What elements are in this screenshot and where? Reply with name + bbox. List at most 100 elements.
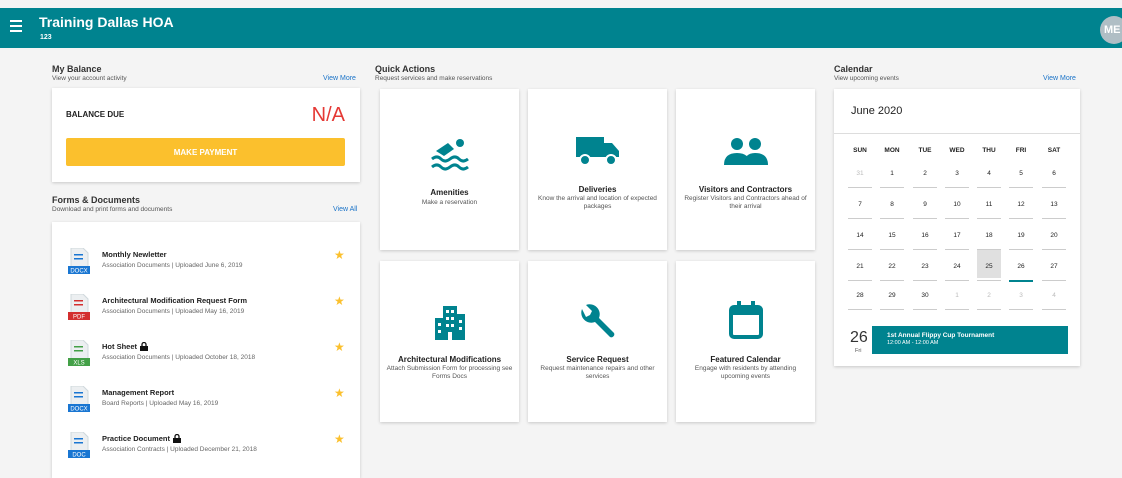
featured-calendar-tile[interactable]: Featured Calendar Engage with residents … xyxy=(676,261,815,422)
calendar-day[interactable]: 8 xyxy=(876,201,908,208)
day-underline xyxy=(1042,187,1066,188)
deliveries-title: Deliveries xyxy=(578,185,617,194)
deliveries-desc: Know the arrival and location of expecte… xyxy=(538,195,657,210)
day-underline xyxy=(880,309,904,310)
document-row[interactable]: DOC Practice Document Association Contract… xyxy=(52,430,360,470)
calendar-day[interactable]: 4 xyxy=(973,170,1005,177)
calendar-day[interactable]: 5 xyxy=(1005,170,1037,177)
calendar-day[interactable]: 2 xyxy=(973,292,1005,299)
day-underline xyxy=(848,218,872,219)
day-underline xyxy=(1009,249,1033,250)
calendar-day[interactable]: 29 xyxy=(876,292,908,299)
calendar-day[interactable]: 23 xyxy=(909,263,941,270)
deliveries-tile[interactable]: Deliveries Know the arrival and location… xyxy=(528,89,667,250)
favorite-star-icon[interactable]: ★ xyxy=(334,294,345,308)
calendar-day[interactable]: 1 xyxy=(941,292,973,299)
day-underline xyxy=(1009,309,1033,310)
calendar-day[interactable]: 21 xyxy=(844,263,876,270)
calendar-day[interactable]: 2 xyxy=(909,170,941,177)
favorite-star-icon[interactable]: ★ xyxy=(334,340,345,354)
calendar-day[interactable]: 24 xyxy=(941,263,973,270)
day-underline xyxy=(977,187,1001,188)
document-meta: Association Documents | Uploaded June 6,… xyxy=(102,262,243,269)
calendar-day[interactable]: 14 xyxy=(844,232,876,239)
event-card[interactable]: 1st Annual Flippy Cup Tournament 12:00 A… xyxy=(872,326,1068,354)
truck-icon xyxy=(576,137,619,166)
balance-view-more-link[interactable]: View More xyxy=(323,75,356,82)
avatar[interactable]: ME xyxy=(1100,16,1122,44)
service-request-desc: Request maintenance repairs and other se… xyxy=(540,365,655,380)
calendar-day[interactable]: 19 xyxy=(1005,232,1037,239)
favorite-star-icon[interactable]: ★ xyxy=(334,248,345,262)
favorite-star-icon[interactable]: ★ xyxy=(334,386,345,400)
weekday-header: SUN xyxy=(853,147,867,154)
calendar-day[interactable]: 31 xyxy=(844,170,876,177)
favorite-star-icon[interactable]: ★ xyxy=(334,432,345,446)
amenities-title: Amenities xyxy=(430,188,469,197)
balance-card: BALANCE DUE N/A MAKE PAYMENT xyxy=(52,88,360,182)
building-icon xyxy=(435,306,465,340)
day-underline xyxy=(880,280,904,281)
document-row[interactable]: DOCX Monthly Newletter Association Documen… xyxy=(52,246,360,286)
amenities-desc: Make a reservation xyxy=(421,199,478,206)
architectural-modifications-tile[interactable]: Architectural Modifications Attach Submi… xyxy=(380,261,519,422)
make-payment-button[interactable]: MAKE PAYMENT xyxy=(66,138,345,166)
calendar-day[interactable]: 26 xyxy=(1005,263,1037,270)
calendar-day[interactable]: 13 xyxy=(1038,201,1070,208)
calendar-view-more-link[interactable]: View More xyxy=(1043,75,1076,82)
calendar-day[interactable]: 7 xyxy=(844,201,876,208)
calendar-day[interactable]: 22 xyxy=(876,263,908,270)
calendar-day[interactable]: 27 xyxy=(1038,263,1070,270)
calendar-day[interactable]: 9 xyxy=(909,201,941,208)
calendar-title: Calendar xyxy=(834,64,873,74)
visitors-contractors-tile[interactable]: Visitors and Contractors Register Visito… xyxy=(676,89,815,250)
lock-icon xyxy=(140,342,149,351)
calendar-day[interactable]: 20 xyxy=(1038,232,1070,239)
service-request-title: Service Request xyxy=(566,355,629,364)
calendar-day[interactable]: 25 xyxy=(973,263,1005,270)
balance-due-value: N/A xyxy=(311,104,345,126)
event-day-of-week: Fri xyxy=(855,348,862,354)
calendar-day[interactable]: 12 xyxy=(1005,201,1037,208)
amenities-tile[interactable]: Amenities Make a reservation xyxy=(380,89,519,250)
event-day-number: 26 xyxy=(850,329,868,346)
featured-calendar-desc: Engage with residents by attending upcom… xyxy=(694,365,797,380)
calendar-day[interactable]: 16 xyxy=(909,232,941,239)
day-underline xyxy=(977,309,1001,310)
calendar-day[interactable]: 18 xyxy=(973,232,1005,239)
calendar-month: June 2020 xyxy=(851,105,903,117)
service-request-tile[interactable]: Service Request Request maintenance repa… xyxy=(528,261,667,422)
docx-file-icon: DOCX xyxy=(68,248,90,274)
menu-icon[interactable] xyxy=(10,20,22,32)
calendar-day[interactable]: 6 xyxy=(1038,170,1070,177)
calendar-day[interactable]: 30 xyxy=(909,292,941,299)
calendar-day[interactable]: 10 xyxy=(941,201,973,208)
document-row[interactable]: XLS Hot Sheet Association Documents | Uplo… xyxy=(52,338,360,378)
day-underline xyxy=(880,218,904,219)
file-type-label: DOCX xyxy=(70,407,87,413)
file-type-label: PDF xyxy=(73,315,85,321)
document-row[interactable]: PDF Architectural Modification Request Fo… xyxy=(52,292,360,332)
forms-subtitle: Download and print forms and documents xyxy=(52,206,173,213)
calendar-day[interactable]: 28 xyxy=(844,292,876,299)
balance-due-label: BALANCE DUE xyxy=(66,110,125,119)
forms-view-all-link[interactable]: View All xyxy=(333,206,357,213)
calendar-day[interactable]: 4 xyxy=(1038,292,1070,299)
featured-calendar-title: Featured Calendar xyxy=(710,355,781,364)
document-row[interactable]: DOCX Management Report Board Reports | Upl… xyxy=(52,384,360,424)
calendar-day[interactable]: 3 xyxy=(941,170,973,177)
calendar-day[interactable]: 17 xyxy=(941,232,973,239)
file-type-label: XLS xyxy=(73,361,84,367)
calendar-day[interactable]: 1 xyxy=(876,170,908,177)
day-underline xyxy=(1009,280,1033,282)
document-meta: Association Documents | Uploaded May 16,… xyxy=(102,308,245,315)
calendar-day[interactable]: 11 xyxy=(973,201,1005,208)
day-underline xyxy=(913,280,937,281)
architectural-title: Architectural Modifications xyxy=(397,355,502,364)
weekday-header: MON xyxy=(884,147,900,154)
event-title: 1st Annual Flippy Cup Tournament xyxy=(887,332,995,339)
calendar-day[interactable]: 15 xyxy=(876,232,908,239)
day-underline xyxy=(977,218,1001,219)
calendar-day[interactable]: 3 xyxy=(1005,292,1037,299)
day-underline xyxy=(848,280,872,281)
